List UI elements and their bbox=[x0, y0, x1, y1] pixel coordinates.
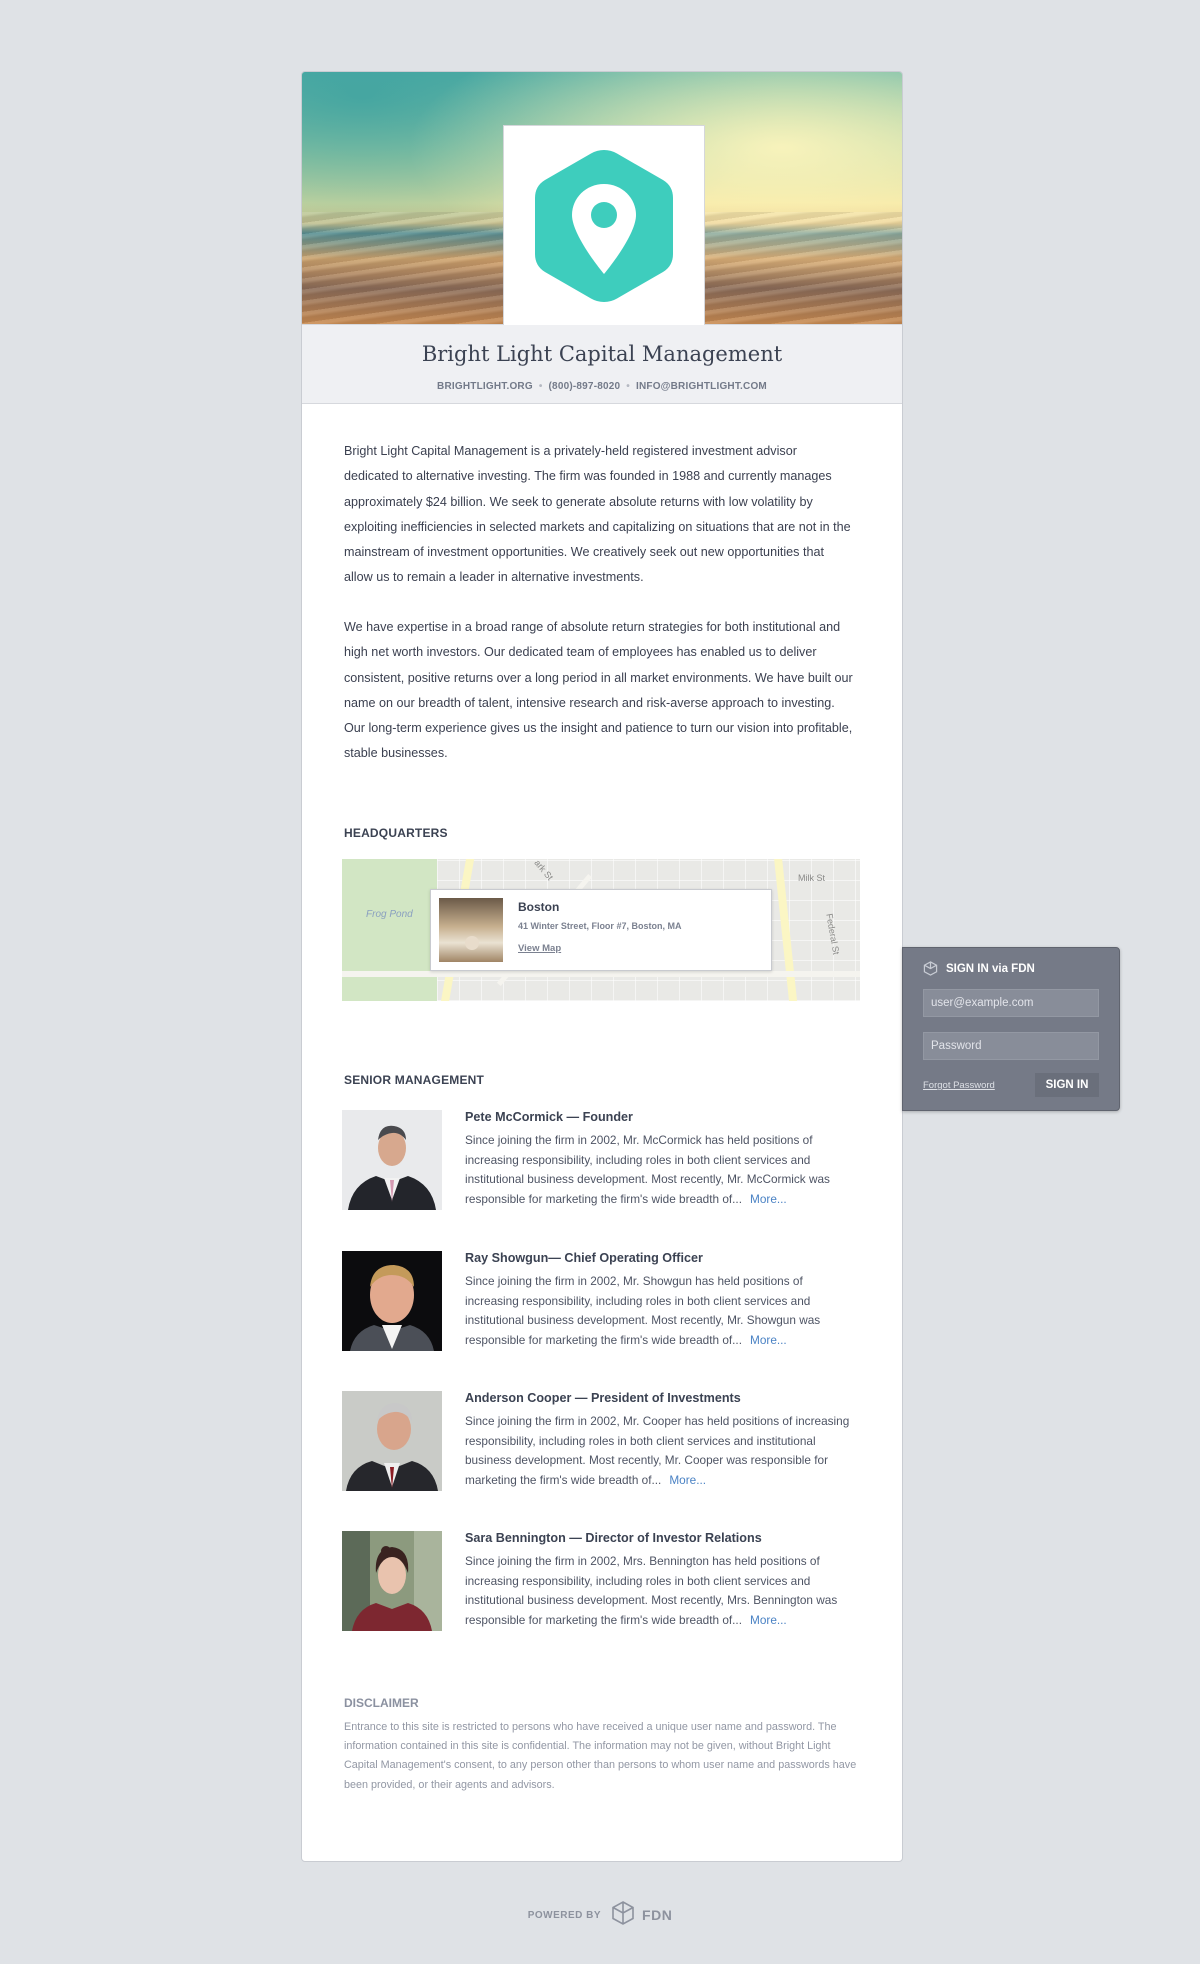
more-link[interactable]: More... bbox=[669, 1473, 706, 1487]
member-bio-text: Since joining the firm in 2002, Mr. Coop… bbox=[465, 1414, 850, 1487]
avatar bbox=[342, 1391, 442, 1491]
fdn-cube-icon bbox=[923, 961, 938, 976]
member-bio: Since joining the firm in 2002, Mr. Coop… bbox=[465, 1412, 857, 1490]
headquarters-title: HEADQUARTERS bbox=[344, 826, 448, 840]
member-bio: Since joining the firm in 2002, Mr. Show… bbox=[465, 1272, 857, 1350]
map-label-milk-st: Milk St bbox=[798, 873, 825, 883]
separator-dot: • bbox=[626, 381, 630, 392]
member-name: Sara Bennington — Director of Investor R… bbox=[465, 1531, 762, 1545]
powered-by-label: POWERED BY bbox=[527, 1909, 602, 1921]
view-map-link[interactable]: View Map bbox=[518, 943, 561, 954]
disclaimer-title: DISCLAIMER bbox=[344, 1696, 419, 1710]
map-road bbox=[342, 971, 860, 977]
signin-panel: SIGN IN via FDN Forgot Password SIGN IN bbox=[902, 947, 1120, 1111]
contact-line: BRIGHTLIGHT.ORG • (800)-897-8020 • INFO@BRIG… bbox=[302, 381, 902, 392]
about-paragraph-2: We have expertise in a broad range of ab… bbox=[344, 620, 853, 761]
more-link[interactable]: More... bbox=[750, 1333, 787, 1347]
map-park-area bbox=[342, 859, 437, 1001]
member-bio: Since joining the firm in 2002, Mr. McCo… bbox=[465, 1131, 857, 1209]
team-member: Anderson Cooper — President of Investmen… bbox=[342, 1391, 862, 1491]
avatar bbox=[342, 1110, 442, 1210]
fdn-logo-icon bbox=[610, 1900, 636, 1931]
signin-title: SIGN IN via FDN bbox=[923, 961, 1035, 976]
map-pin-hexagon-icon bbox=[535, 149, 673, 302]
map-label-frog-pond: Frog Pond bbox=[366, 909, 413, 920]
member-name: Pete McCormick — Founder bbox=[465, 1110, 633, 1124]
more-link[interactable]: More... bbox=[750, 1613, 787, 1627]
office-photo bbox=[439, 898, 503, 962]
about-paragraph-1: Bright Light Capital Management is a pri… bbox=[344, 444, 851, 585]
powered-by-footer: POWERED BY FDN bbox=[500, 1900, 700, 1930]
company-header: Bright Light Capital Management BRIGHTLI… bbox=[302, 324, 902, 404]
headquarters-map[interactable]: Frog Pond Milk St Federal St ark St Bost… bbox=[342, 859, 860, 1001]
password-field[interactable] bbox=[923, 1032, 1099, 1060]
company-logo bbox=[503, 125, 705, 325]
email-link[interactable]: INFO@BRIGHTLIGHT.COM bbox=[636, 381, 767, 392]
signin-title-text: SIGN IN via FDN bbox=[946, 962, 1035, 975]
team-member: Ray Showgun— Chief Operating Officer Sin… bbox=[342, 1251, 862, 1351]
fdn-brand: FDN bbox=[642, 1907, 673, 1923]
team-member: Sara Bennington — Director of Investor R… bbox=[342, 1531, 862, 1631]
team-member: Pete McCormick — Founder Since joining t… bbox=[342, 1110, 862, 1210]
location-city: Boston bbox=[518, 900, 560, 914]
location-address: 41 Winter Street, Floor #7, Boston, MA bbox=[518, 921, 682, 931]
avatar bbox=[342, 1251, 442, 1351]
member-name: Ray Showgun— Chief Operating Officer bbox=[465, 1251, 703, 1265]
avatar bbox=[342, 1531, 442, 1631]
sign-in-button[interactable]: SIGN IN bbox=[1035, 1073, 1099, 1097]
forgot-password-link[interactable]: Forgot Password bbox=[923, 1080, 995, 1091]
company-name: Bright Light Capital Management bbox=[421, 342, 783, 366]
separator-dot: • bbox=[538, 381, 543, 392]
more-link[interactable]: More... bbox=[750, 1192, 787, 1206]
company-profile-card: Bright Light Capital Management BRIGHTLI… bbox=[301, 71, 903, 1862]
member-bio: Since joining the firm in 2002, Mrs. Ben… bbox=[465, 1552, 857, 1630]
email-field[interactable] bbox=[923, 989, 1099, 1017]
website-link[interactable]: BRIGHTLIGHT.ORG bbox=[437, 381, 533, 392]
disclaimer-text: Entrance to this site is restricted to p… bbox=[344, 1721, 857, 1791]
member-name: Anderson Cooper — President of Investmen… bbox=[465, 1391, 741, 1405]
phone-number[interactable]: (800)-897-8020 bbox=[549, 381, 621, 392]
senior-management-title: SENIOR MANAGEMENT bbox=[344, 1073, 485, 1087]
location-info-card: Boston 41 Winter Street, Floor #7, Bosto… bbox=[430, 889, 772, 971]
